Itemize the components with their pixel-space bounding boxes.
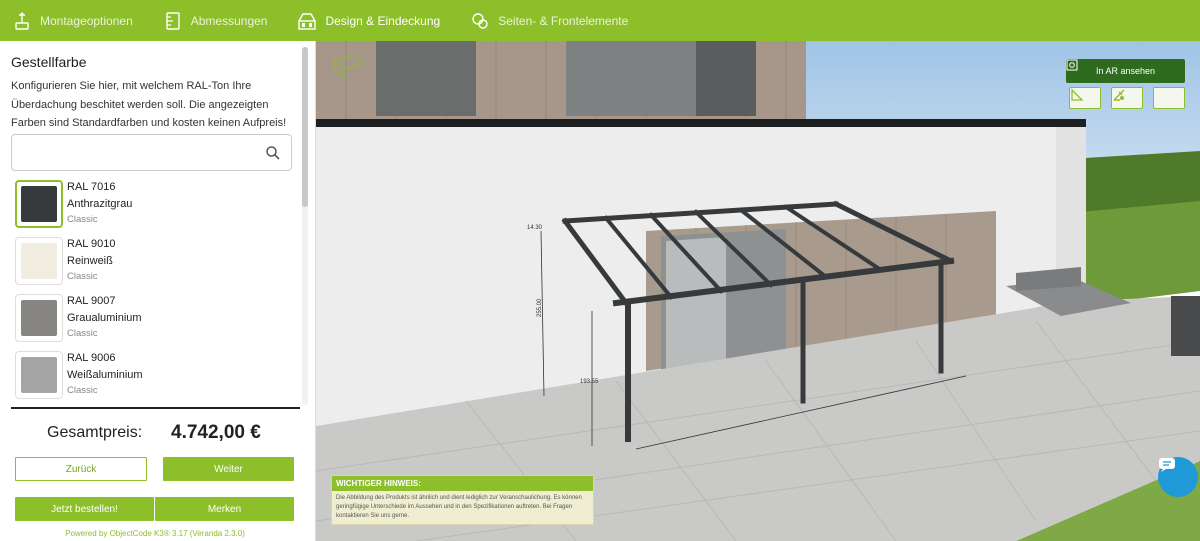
moon-icon (1157, 89, 1163, 101)
view-in-ar-button[interactable]: In AR ansehen (1066, 59, 1185, 83)
total-price-value: 4.742,00 € (171, 422, 261, 443)
notice-text: Die Abbildung des Produkts ist ähnlich u… (336, 495, 582, 519)
dimension-depth: 193.55 (580, 379, 599, 385)
color-swatch (21, 300, 57, 336)
step-label: Montageoptionen (40, 13, 133, 28)
swatch-frame (15, 180, 63, 228)
color-option-ral-9007[interactable]: RAL 9007 Graualuminium Classic (15, 294, 295, 344)
night-mode-button[interactable] (1153, 87, 1185, 109)
search-icon[interactable] (265, 145, 281, 161)
color-category: Classic (67, 385, 98, 396)
section-title: Gestellfarbe (11, 54, 87, 70)
step-seiten-frontelemente[interactable]: Seiten- & Frontelemente (470, 0, 638, 41)
upper-window-left (376, 41, 476, 116)
slab-edge (316, 119, 1086, 127)
dimension-side: 255.00 (537, 298, 543, 317)
chat-icon (1159, 458, 1175, 472)
color-name: Graualuminium (67, 312, 142, 324)
configurator-sidebar: Gestellfarbe Konfigurieren Sie hier, mit… (0, 41, 316, 541)
elements-icon (470, 10, 490, 32)
important-notice: WICHTIGER HINWEIS: Die Abbildung des Pro… (331, 475, 594, 525)
order-now-button[interactable]: Jetzt bestellen! (15, 497, 154, 521)
measure-icon (1071, 88, 1084, 101)
total-price-label: Gesamtpreis: (47, 424, 143, 441)
color-swatch (21, 357, 57, 393)
planter (1171, 296, 1200, 356)
step-label: Design & Eindeckung (325, 13, 441, 28)
chat-button[interactable] (1158, 457, 1198, 497)
next-button[interactable]: Weiter (163, 457, 294, 481)
scene-render: 14.30 255.00 193.55 (316, 41, 1200, 541)
color-category: Classic (67, 214, 98, 225)
options-scroll-area[interactable]: Gestellfarbe Konfigurieren Sie hier, mit… (0, 41, 316, 407)
ar-button-label: In AR ansehen (1095, 66, 1156, 76)
step-abmessungen[interactable]: Abmessungen (163, 0, 278, 41)
section-description: Konfigurieren Sie hier, mit welchem RAL-… (11, 80, 287, 129)
color-code: RAL 9010 (67, 238, 116, 250)
ar-icon (1066, 59, 1078, 71)
scrollbar-thumb[interactable] (302, 47, 308, 207)
powered-by: Powered by ObjectCode K3® 3.17 (Veranda … (65, 529, 245, 538)
dimension-front: 14.30 (527, 225, 543, 231)
notice-title: WICHTIGER HINWEIS: (332, 476, 593, 491)
color-code: RAL 7016 (67, 181, 116, 193)
color-search (11, 134, 292, 171)
step-design-eindeckung[interactable]: Design & Eindeckung (297, 0, 450, 41)
save-button[interactable]: Merken (155, 497, 294, 521)
measure-toggle-button[interactable] (1069, 87, 1101, 109)
top-navigation: Montageoptionen Abmessungen Design & Ein… (0, 0, 1200, 41)
color-swatch (21, 186, 57, 222)
back-button[interactable]: Zurück (15, 457, 147, 481)
palette-icon (297, 10, 317, 32)
color-name: Reinweiß (67, 255, 113, 267)
color-option-ral-9006[interactable]: RAL 9006 Weißaluminium Classic (15, 351, 295, 401)
ruler-icon (163, 10, 183, 32)
search-input[interactable] (20, 135, 260, 170)
price-divider (11, 407, 300, 409)
swatch-frame (15, 294, 63, 342)
color-code: RAL 9006 (67, 352, 116, 364)
color-code: RAL 9007 (67, 295, 116, 307)
upper-window-center (566, 41, 696, 116)
sun-angle-icon (1113, 89, 1125, 101)
color-name: Anthrazitgrau (67, 198, 133, 210)
color-option-ral-7016[interactable]: RAL 7016 Anthrazitgrau Classic (15, 180, 295, 230)
step-label: Abmessungen (190, 13, 268, 28)
swatch-frame (15, 351, 63, 399)
sun-angle-button[interactable] (1111, 87, 1143, 109)
swatch-frame (15, 237, 63, 285)
mounting-icon (12, 10, 32, 32)
step-montageoptionen[interactable]: Montageoptionen (12, 0, 143, 41)
color-category: Classic (67, 328, 98, 339)
upper-window-right (696, 41, 756, 116)
color-name: Weißaluminium (67, 369, 143, 381)
color-swatch (21, 243, 57, 279)
3d-viewport[interactable]: 14.30 255.00 193.55 In AR ansehen WICHTI… (316, 41, 1200, 541)
scrollbar[interactable] (302, 47, 308, 405)
color-category: Classic (67, 271, 98, 282)
step-label: Seiten- & Frontelemente (498, 13, 629, 28)
color-option-ral-9010[interactable]: RAL 9010 Reinweiß Classic (15, 237, 295, 287)
